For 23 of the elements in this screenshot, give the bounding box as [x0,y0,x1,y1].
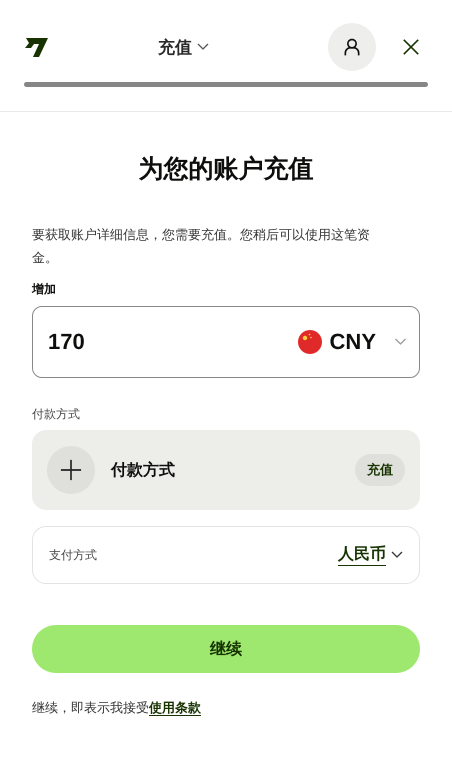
title-dropdown[interactable]: 充值 [158,36,209,58]
payment-method-card[interactable]: 付款方式 充值 [32,430,420,510]
chevron-icon[interactable] [197,43,209,51]
currency-link[interactable]: 人民币 [338,544,386,566]
amount-field[interactable]: 170 CNY [32,306,420,378]
add-icon [47,446,95,494]
method-label: 付款方式 [111,460,176,480]
terms-link[interactable]: 使用条款 [149,700,201,716]
person-icon[interactable] [342,37,362,57]
pay-with-label: 支付方式 [49,546,97,564]
topup-tag: 充值 [355,454,405,486]
description-text: 要获取账户详细信息，您需要充值。您稍后可以使用这笔资金。 [32,226,371,267]
flag-icon [298,330,322,354]
terms-text: 继续，即表示我接受 [32,700,149,715]
chevron-icon[interactable] [391,551,403,559]
logo-icon[interactable] [25,35,49,59]
profile-button[interactable] [328,23,376,71]
continue-button[interactable]: 继续 [32,625,420,673]
page-heading: 为您的账户充值 [138,154,314,185]
amount-label: 增加 [32,281,57,298]
pay-with-row[interactable]: 支付方式 人民币 [32,526,420,584]
payment-label: 付款方式 [32,406,81,423]
currency-code[interactable]: CNY [330,329,376,355]
